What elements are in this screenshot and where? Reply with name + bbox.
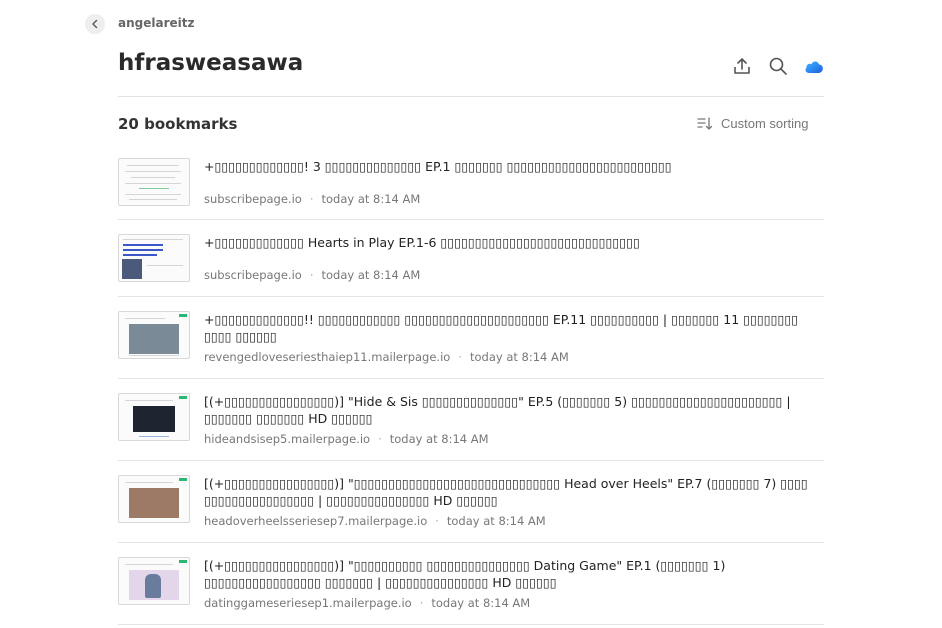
bookmark-title[interactable]: +▯▯▯▯▯▯▯▯▯▯▯▯▯ Hearts in Play EP.1-6 ▯▯▯… <box>204 234 824 251</box>
bookmark-thumbnail <box>118 311 190 359</box>
bookmark-meta: hideandsisep5.mailerpage.io · today at 8:1… <box>204 432 489 446</box>
bookmark-time: today at 8:14 AM <box>469 350 569 364</box>
sort-button[interactable]: Custom sorting <box>697 116 808 131</box>
upload-icon <box>734 58 750 74</box>
bookmark-domain: headoverheelsseriesep7.mailerpage.io <box>204 514 428 528</box>
owner-name[interactable]: angelareitz <box>118 16 194 30</box>
bookmark-domain: revengedloveseriesthaiep11.mailerpage.io <box>204 350 451 364</box>
bookmark-time: today at 8:14 AM <box>431 596 531 610</box>
bookmark-thumbnail <box>118 475 190 523</box>
bookmark-time: today at 8:14 AM <box>321 268 421 282</box>
cloud-icon <box>805 61 823 73</box>
back-chevron-icon <box>92 19 98 29</box>
search-button[interactable] <box>767 55 789 77</box>
bookmark-title[interactable]: [(+▯▯▯▯▯▯▯▯▯▯▯▯▯▯▯▯)] "▯▯▯▯▯▯▯▯▯▯ ▯▯▯▯▯▯… <box>204 557 824 591</box>
bookmark-domain: hideandsisep5.mailerpage.io <box>204 432 371 446</box>
header-divider <box>118 96 824 97</box>
bookmark-domain: subscribepage.io <box>204 268 302 282</box>
back-button[interactable] <box>85 14 105 34</box>
sort-icon <box>697 116 713 130</box>
bookmark-item[interactable]: +▯▯▯▯▯▯▯▯▯▯▯▯▯!! ▯▯▯▯▯▯▯▯▯▯▯▯ ▯▯▯▯▯▯▯▯▯▯… <box>118 297 824 379</box>
bookmark-title[interactable]: +▯▯▯▯▯▯▯▯▯▯▯▯▯! 3 ▯▯▯▯▯▯▯▯▯▯▯▯▯▯ EP.1 ▯▯… <box>204 158 824 175</box>
bookmark-thumbnail <box>118 234 190 282</box>
bookmark-meta: subscribepage.io · today at 8:14 AM <box>204 192 421 206</box>
share-button[interactable] <box>731 55 753 77</box>
bookmark-domain: subscribepage.io <box>204 192 302 206</box>
bookmark-meta: subscribepage.io · today at 8:14 AM <box>204 268 421 282</box>
bookmark-domain: datinggameseriesep1.mailerpage.io <box>204 596 412 610</box>
bookmark-time: today at 8:14 AM <box>321 192 421 206</box>
bookmark-item[interactable]: [(+▯▯▯▯▯▯▯▯▯▯▯▯▯▯▯▯)] "Hide & Sis ▯▯▯▯▯▯… <box>118 379 824 461</box>
bookmark-meta: revengedloveseriesthaiep11.mailerpage.io… <box>204 350 569 364</box>
header-actions <box>731 55 825 77</box>
bookmark-thumbnail <box>118 557 190 605</box>
bookmark-meta: datinggameseriesep1.mailerpage.io · today … <box>204 596 531 610</box>
bookmark-title[interactable]: [(+▯▯▯▯▯▯▯▯▯▯▯▯▯▯▯▯)] "Hide & Sis ▯▯▯▯▯▯… <box>204 393 824 427</box>
bookmark-meta: headoverheelsseriesep7.mailerpage.io · tod… <box>204 514 546 528</box>
bookmark-item[interactable]: +▯▯▯▯▯▯▯▯▯▯▯▯▯ Hearts in Play EP.1-6 ▯▯▯… <box>118 220 824 297</box>
bookmark-time: today at 8:14 AM <box>389 432 489 446</box>
bookmark-title[interactable]: [(+▯▯▯▯▯▯▯▯▯▯▯▯▯▯▯▯)] "▯▯▯▯▯▯▯▯▯▯▯▯▯▯▯▯▯… <box>204 475 824 509</box>
bookmark-count: 20 bookmarks <box>118 115 238 133</box>
bookmark-list: +▯▯▯▯▯▯▯▯▯▯▯▯▯! 3 ▯▯▯▯▯▯▯▯▯▯▯▯▯▯ EP.1 ▯▯… <box>118 144 824 625</box>
search-icon <box>769 57 787 75</box>
cloud-button[interactable] <box>803 55 825 77</box>
bookmark-thumbnail <box>118 158 190 206</box>
bookmark-item[interactable]: [(+▯▯▯▯▯▯▯▯▯▯▯▯▯▯▯▯)] "▯▯▯▯▯▯▯▯▯▯ ▯▯▯▯▯▯… <box>118 543 824 625</box>
bookmark-item[interactable]: [(+▯▯▯▯▯▯▯▯▯▯▯▯▯▯▯▯)] "▯▯▯▯▯▯▯▯▯▯▯▯▯▯▯▯▯… <box>118 461 824 543</box>
sort-label: Custom sorting <box>721 116 809 131</box>
bookmark-item[interactable]: +▯▯▯▯▯▯▯▯▯▯▯▯▯! 3 ▯▯▯▯▯▯▯▯▯▯▯▯▯▯ EP.1 ▯▯… <box>118 144 824 220</box>
bookmark-time: today at 8:14 AM <box>446 514 546 528</box>
bookmark-title[interactable]: +▯▯▯▯▯▯▯▯▯▯▯▯▯!! ▯▯▯▯▯▯▯▯▯▯▯▯ ▯▯▯▯▯▯▯▯▯▯… <box>204 311 824 345</box>
bookmark-thumbnail <box>118 393 190 441</box>
page-title: hfrasweasawa <box>118 50 304 76</box>
